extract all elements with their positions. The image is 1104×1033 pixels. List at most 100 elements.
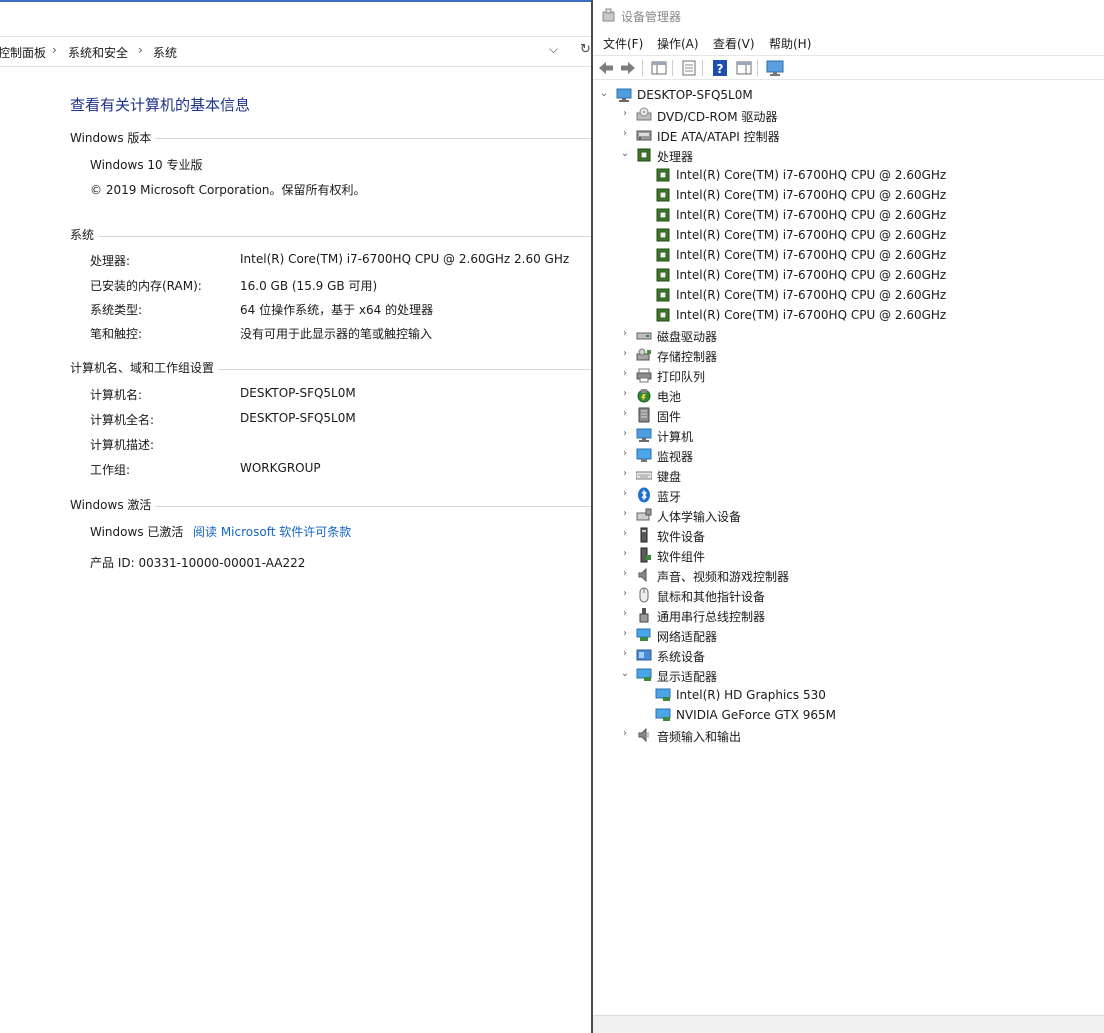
tree-device[interactable]: Intel(R) Core(TM) i7-6700HQ CPU @ 2.60GH…: [593, 205, 1104, 225]
expand-chevron-icon[interactable]: ›: [620, 128, 630, 140]
tree-category[interactable]: › 键盘: [593, 465, 1104, 485]
tree-device-label: Intel(R) Core(TM) i7-6700HQ CPU @ 2.60GH…: [676, 308, 947, 322]
tree-device[interactable]: Intel(R) Core(TM) i7-6700HQ CPU @ 2.60GH…: [593, 265, 1104, 285]
expand-chevron-icon[interactable]: ›: [620, 568, 630, 580]
tree-device[interactable]: Intel(R) Core(TM) i7-6700HQ CPU @ 2.60GH…: [593, 285, 1104, 305]
menu-view[interactable]: 查看(V): [713, 35, 755, 52]
tree-category[interactable]: › 磁盘驱动器: [593, 325, 1104, 345]
expand-chevron-icon[interactable]: ›: [620, 428, 630, 440]
tree-category[interactable]: › 固件: [593, 405, 1104, 425]
menu-file[interactable]: 文件(F): [603, 35, 643, 52]
tree-category[interactable]: › 打印队列: [593, 365, 1104, 385]
tree-category[interactable]: › 软件组件: [593, 545, 1104, 565]
section-heading-computer: 计算机名、域和工作组设置: [70, 361, 215, 375]
tree-category[interactable]: ⌄ 显示适配器: [593, 665, 1104, 685]
chevron-down-icon[interactable]: ⌵: [549, 42, 558, 57]
breadcrumb-system-security[interactable]: 系统和安全: [68, 44, 128, 61]
tree-category[interactable]: › 系统设备: [593, 645, 1104, 665]
tree-device[interactable]: Intel(R) HD Graphics 530: [593, 685, 1104, 705]
address-bar[interactable]: 控制面板 › 系统和安全 › 系统 ⌵ ↻: [0, 36, 592, 67]
tree-category[interactable]: › IDE ATA/ATAPI 控制器: [593, 125, 1104, 145]
processor-value: Intel(R) Core(TM) i7-6700HQ CPU @ 2.60GH…: [240, 252, 570, 266]
info-label: 计算机全名:: [90, 413, 155, 427]
expand-chevron-icon[interactable]: ›: [620, 328, 630, 340]
tree-category[interactable]: › 网络适配器: [593, 625, 1104, 645]
breadcrumb-chevron-icon[interactable]: ›: [52, 43, 57, 57]
tree-device[interactable]: Intel(R) Core(TM) i7-6700HQ CPU @ 2.60GH…: [593, 305, 1104, 325]
refresh-icon[interactable]: ↻: [580, 42, 591, 57]
expand-chevron-icon[interactable]: ›: [620, 608, 630, 620]
tree-category[interactable]: › 鼠标和其他指针设备: [593, 585, 1104, 605]
tree-device[interactable]: Intel(R) Core(TM) i7-6700HQ CPU @ 2.60GH…: [593, 245, 1104, 265]
expand-chevron-icon[interactable]: ›: [620, 388, 630, 400]
tree-device-label: Intel(R) Core(TM) i7-6700HQ CPU @ 2.60GH…: [676, 168, 947, 182]
tree-category[interactable]: › 声音、视频和游戏控制器: [593, 565, 1104, 585]
tree-category[interactable]: › 音频输入和输出: [593, 725, 1104, 745]
expand-chevron-icon[interactable]: ›: [620, 548, 630, 560]
breadcrumb-system[interactable]: 系统: [153, 44, 177, 61]
tree-category[interactable]: › 蓝牙: [593, 485, 1104, 505]
expand-chevron-icon[interactable]: ›: [620, 528, 630, 540]
breadcrumb-chevron-icon[interactable]: ›: [138, 43, 143, 57]
tree-category-label: 存储控制器: [657, 350, 718, 364]
tree-category-label: 电池: [657, 390, 682, 404]
tree-category[interactable]: › 电池: [593, 385, 1104, 405]
tree-root-label: DESKTOP-SFQ5L0M: [637, 88, 753, 102]
tree-category-label: 软件设备: [657, 530, 706, 544]
tree-category-label: 人体学输入设备: [657, 510, 742, 524]
collapse-chevron-icon[interactable]: ⌄: [620, 668, 630, 680]
tree-category[interactable]: › 监视器: [593, 445, 1104, 465]
window-titlebar[interactable]: 设备管理器: [593, 0, 1104, 32]
tree-category[interactable]: › 通用串行总线控制器: [593, 605, 1104, 625]
collapse-chevron-icon[interactable]: ⌄: [599, 88, 609, 100]
tree-category-label: 通用串行总线控制器: [657, 610, 766, 624]
tree-category[interactable]: › 软件设备: [593, 525, 1104, 545]
toolbar-separator: [642, 60, 643, 76]
tree-device-label: Intel(R) Core(TM) i7-6700HQ CPU @ 2.60GH…: [676, 228, 947, 242]
tree-category-label: 系统设备: [657, 650, 706, 664]
expand-chevron-icon[interactable]: ›: [620, 108, 630, 120]
tree-category[interactable]: › 存储控制器: [593, 345, 1104, 365]
audio-io-icon: [638, 727, 649, 743]
tree-category-label: 处理器: [657, 150, 694, 164]
help-icon[interactable]: ?: [711, 59, 729, 77]
info-label: 处理器:: [90, 254, 131, 268]
tree-category[interactable]: ⌄ 处理器: [593, 145, 1104, 165]
tree-device[interactable]: Intel(R) Core(TM) i7-6700HQ CPU @ 2.60GH…: [593, 225, 1104, 245]
tree-device[interactable]: Intel(R) Core(TM) i7-6700HQ CPU @ 2.60GH…: [593, 165, 1104, 185]
menu-help[interactable]: 帮助(H): [769, 35, 811, 52]
license-terms-link[interactable]: 阅读 Microsoft 软件许可条款: [193, 523, 351, 540]
expand-chevron-icon[interactable]: ›: [620, 468, 630, 480]
collapse-chevron-icon[interactable]: ⌄: [620, 148, 630, 160]
tree-category[interactable]: › 计算机: [593, 425, 1104, 445]
processor-icon: [656, 168, 670, 182]
forward-arrow-icon[interactable]: [619, 59, 637, 77]
expand-chevron-icon[interactable]: ›: [620, 368, 630, 380]
expand-chevron-icon[interactable]: ›: [620, 448, 630, 460]
menu-action[interactable]: 操作(A): [657, 35, 699, 52]
tree-category-label: 打印队列: [657, 370, 706, 384]
device-tree: ⌄ DESKTOP-SFQ5L0M › DVD/CD-ROM 驱动器 › IDE AT…: [593, 85, 1104, 1005]
printer-icon: [636, 368, 652, 383]
properties-icon[interactable]: [680, 59, 698, 77]
tree-category[interactable]: › DVD/CD-ROM 驱动器: [593, 105, 1104, 125]
expand-chevron-icon[interactable]: ›: [620, 408, 630, 420]
tree-category[interactable]: › 人体学输入设备: [593, 505, 1104, 525]
action-pane-icon[interactable]: [735, 59, 753, 77]
expand-chevron-icon[interactable]: ›: [620, 728, 630, 740]
expand-chevron-icon[interactable]: ›: [620, 508, 630, 520]
expand-chevron-icon[interactable]: ›: [620, 588, 630, 600]
tree-root[interactable]: ⌄ DESKTOP-SFQ5L0M: [593, 85, 1104, 105]
show-hide-tree-icon[interactable]: [650, 59, 668, 77]
back-arrow-icon[interactable]: [597, 59, 615, 77]
tree-device-label: Intel(R) HD Graphics 530: [676, 688, 826, 702]
expand-chevron-icon[interactable]: ›: [620, 628, 630, 640]
breadcrumb-control-panel[interactable]: 控制面板: [0, 44, 46, 61]
expand-chevron-icon[interactable]: ›: [620, 648, 630, 660]
tree-device[interactable]: Intel(R) Core(TM) i7-6700HQ CPU @ 2.60GH…: [593, 185, 1104, 205]
expand-chevron-icon[interactable]: ›: [620, 348, 630, 360]
processor-icon: [656, 268, 670, 282]
scan-hardware-icon[interactable]: [766, 59, 784, 77]
tree-device[interactable]: NVIDIA GeForce GTX 965M: [593, 705, 1104, 725]
expand-chevron-icon[interactable]: ›: [620, 488, 630, 500]
